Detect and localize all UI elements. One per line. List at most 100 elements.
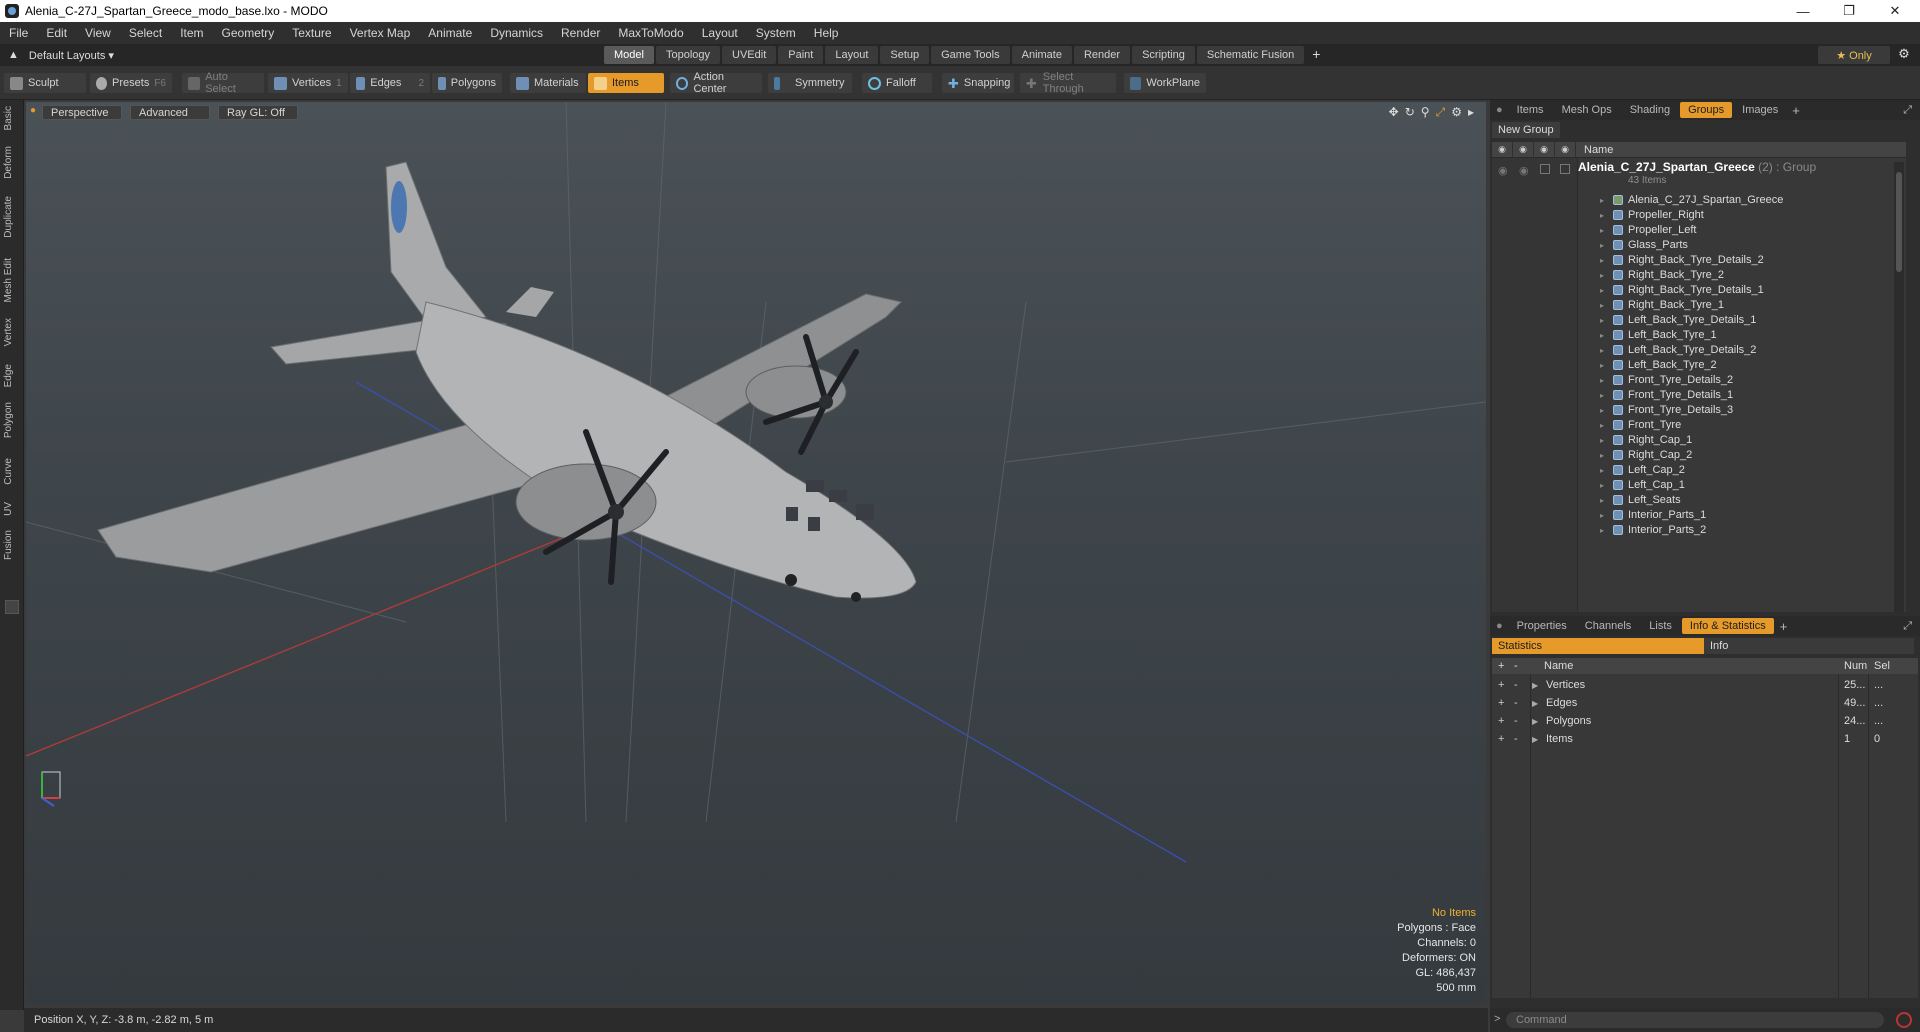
- viewport-gear-icon[interactable]: ⚙: [1451, 105, 1462, 120]
- tree-item[interactable]: ▸ Left_Cap_2: [1600, 462, 1685, 478]
- pan-icon[interactable]: ✥: [1389, 105, 1399, 120]
- layout-toggle-icon[interactable]: ▲: [8, 49, 19, 61]
- close-icon[interactable]: ✕: [1872, 0, 1918, 22]
- tree-item[interactable]: ▸ Interior_Parts_1: [1600, 507, 1706, 523]
- tree-item[interactable]: ▸ Right_Back_Tyre_1: [1600, 297, 1724, 313]
- tab-game-tools[interactable]: Game Tools: [931, 46, 1010, 64]
- menu-file[interactable]: File: [0, 26, 37, 40]
- left-tab-mesh-edit[interactable]: Mesh Edit: [3, 258, 14, 302]
- menu-view[interactable]: View: [76, 26, 120, 40]
- tab-images[interactable]: Images: [1734, 102, 1786, 118]
- stat-row-edges[interactable]: + - ▶ Edges 49... ...: [1492, 694, 1918, 712]
- snapping-button[interactable]: ✚ Snapping: [942, 73, 1014, 93]
- menu-edit[interactable]: Edit: [37, 26, 76, 40]
- record-macro-icon[interactable]: [1896, 1012, 1912, 1028]
- group-lock-icon[interactable]: [1540, 164, 1550, 174]
- 3d-viewport[interactable]: ● Perspective Advanced Ray GL: Off ✥ ↻ ⚲…: [26, 102, 1486, 1004]
- tree-item[interactable]: ▸ Front_Tyre: [1600, 417, 1681, 433]
- lock-col-icon[interactable]: ◉: [1534, 142, 1555, 158]
- tree-item[interactable]: ▸ Glass_Parts: [1600, 237, 1688, 253]
- menu-help[interactable]: Help: [805, 26, 848, 40]
- tab-setup[interactable]: Setup: [880, 46, 930, 64]
- visibility-col-icon[interactable]: ◉: [1492, 142, 1513, 158]
- expand-arrow-icon[interactable]: ▶: [1532, 717, 1538, 726]
- tab-schematic-fusion[interactable]: Schematic Fusion: [1196, 46, 1305, 64]
- stat-row-vertices[interactable]: + - ▶ Vertices 25... ...: [1492, 676, 1918, 694]
- strip-toggle-icon[interactable]: [5, 600, 19, 614]
- add-panel-tab-icon[interactable]: +: [1788, 103, 1804, 118]
- tab-layout[interactable]: Layout: [825, 46, 879, 64]
- group-render-icon[interactable]: ◉: [1519, 164, 1529, 177]
- render-col-icon[interactable]: ◉: [1513, 142, 1534, 158]
- rotate-icon[interactable]: ↻: [1405, 105, 1415, 120]
- tab-model[interactable]: Model: [604, 46, 654, 64]
- left-tab-polygon[interactable]: Polygon: [3, 402, 14, 438]
- left-tab-fusion[interactable]: Fusion: [3, 530, 14, 560]
- tab-animate[interactable]: Animate: [1011, 46, 1072, 64]
- subtab-statistics[interactable]: Statistics: [1492, 638, 1704, 654]
- tree-item[interactable]: ▸ Propeller_Left: [1600, 222, 1697, 238]
- tab-groups[interactable]: Groups: [1680, 102, 1733, 118]
- expand-arrow-icon[interactable]: ▶: [1532, 735, 1538, 744]
- only-button[interactable]: ★ Only: [1818, 46, 1890, 64]
- tree-scroll-thumb[interactable]: [1896, 172, 1902, 272]
- tree-item[interactable]: ▸ Right_Cap_1: [1600, 432, 1692, 448]
- left-tab-edge[interactable]: Edge: [3, 364, 14, 387]
- group-row[interactable]: Alenia_C_27J_Spartan_Greece (2) : Group: [1578, 160, 1816, 174]
- menu-vertex-map[interactable]: Vertex Map: [341, 26, 420, 40]
- left-tab-basic[interactable]: Basic: [3, 106, 14, 130]
- left-tab-vertex[interactable]: Vertex: [3, 318, 14, 346]
- tree-item[interactable]: ▸ Front_Tyre_Details_1: [1600, 387, 1733, 403]
- group-select-icon[interactable]: [1560, 164, 1570, 174]
- tree-item[interactable]: ▸ Left_Seats: [1600, 492, 1681, 508]
- add-icon[interactable]: +: [1498, 679, 1504, 691]
- left-tab-uv[interactable]: UV: [3, 502, 14, 516]
- gear-icon[interactable]: ⚙: [1894, 46, 1914, 64]
- left-tab-deform[interactable]: Deform: [3, 146, 14, 179]
- tab-lists[interactable]: Lists: [1641, 618, 1680, 634]
- left-tab-duplicate[interactable]: Duplicate: [3, 196, 14, 238]
- fit-icon[interactable]: ⤢: [1436, 105, 1446, 120]
- expand-panel-icon[interactable]: ⤢: [1903, 104, 1912, 117]
- remove-icon[interactable]: -: [1514, 679, 1518, 691]
- auto-select-button[interactable]: Auto Select: [182, 71, 264, 95]
- remove-icon[interactable]: -: [1514, 733, 1518, 745]
- add-bottom-tab-icon[interactable]: +: [1776, 619, 1792, 634]
- tab-paint[interactable]: Paint: [778, 46, 824, 64]
- tree-item[interactable]: ▸ Left_Back_Tyre_1: [1600, 327, 1717, 343]
- panel-menu-icon[interactable]: ●: [1490, 104, 1509, 116]
- menu-animate[interactable]: Animate: [419, 26, 481, 40]
- bottom-panel-menu-icon[interactable]: ●: [1490, 620, 1509, 632]
- add-icon[interactable]: +: [1498, 733, 1504, 745]
- menu-maxtomodo[interactable]: MaxToModo: [609, 26, 692, 40]
- expand-all-icon[interactable]: +: [1498, 660, 1504, 672]
- zoom-icon[interactable]: ⚲: [1421, 105, 1430, 120]
- stat-row-polygons[interactable]: + - ▶ Polygons 24... ...: [1492, 712, 1918, 730]
- symmetry-button[interactable]: Symmetry: [768, 73, 852, 93]
- expand-arrow-icon[interactable]: ▶: [1532, 681, 1538, 690]
- expand-arrow-icon[interactable]: ▶: [1532, 699, 1538, 708]
- stat-row-items[interactable]: + - ▶ Items 1 0: [1492, 730, 1918, 748]
- action-center-button[interactable]: Action Center: [670, 71, 762, 95]
- raygl-button[interactable]: Ray GL: Off: [218, 105, 298, 120]
- vertices-button[interactable]: Vertices 1: [268, 73, 348, 93]
- subtab-info[interactable]: Info: [1704, 638, 1914, 654]
- menu-item[interactable]: Item: [171, 26, 212, 40]
- tree-item[interactable]: ▸ Left_Back_Tyre_Details_2: [1600, 342, 1756, 358]
- tree-item[interactable]: ▸ Right_Back_Tyre_Details_1: [1600, 282, 1764, 298]
- tree-item[interactable]: ▸ Propeller_Right: [1600, 207, 1704, 223]
- edges-button[interactable]: Edges 2: [350, 73, 430, 93]
- group-visibility-icon[interactable]: ◉: [1498, 164, 1508, 177]
- tab-channels[interactable]: Channels: [1577, 618, 1639, 634]
- remove-icon[interactable]: -: [1514, 697, 1518, 709]
- tree-item[interactable]: ▸ Front_Tyre_Details_2: [1600, 372, 1733, 388]
- tab-shading[interactable]: Shading: [1622, 102, 1678, 118]
- menu-select[interactable]: Select: [120, 26, 171, 40]
- add-icon[interactable]: +: [1498, 697, 1504, 709]
- tree-item[interactable]: ▸ Right_Cap_2: [1600, 447, 1692, 463]
- polygons-button[interactable]: Polygons: [432, 73, 502, 93]
- tree-item[interactable]: ▸ Left_Back_Tyre_2: [1600, 357, 1717, 373]
- select-through-button[interactable]: ✚ Select Through: [1020, 71, 1116, 95]
- layout-selector[interactable]: ▲ Default Layouts ▾: [8, 44, 114, 66]
- presets-button[interactable]: Presets F6: [90, 73, 172, 93]
